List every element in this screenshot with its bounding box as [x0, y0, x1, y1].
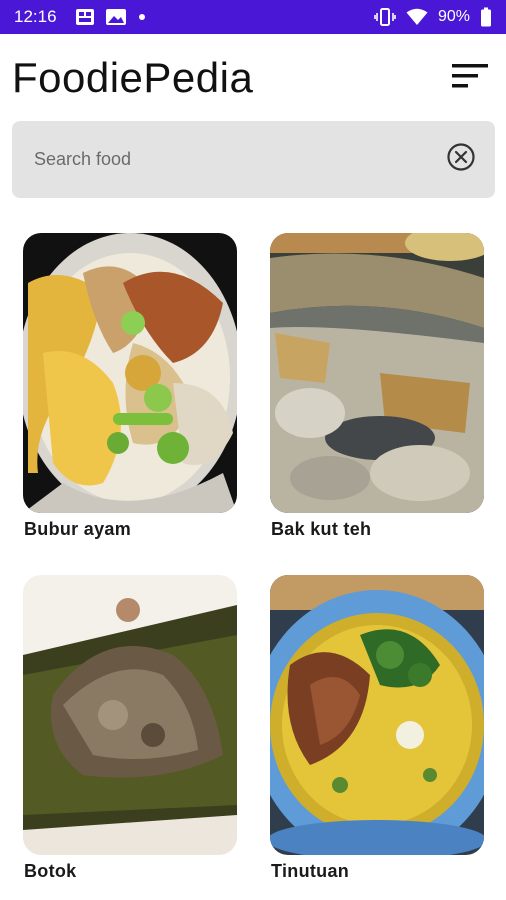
notification-dot-icon — [137, 12, 147, 22]
food-image-botok — [23, 575, 237, 855]
food-card[interactable]: Bubur ayam — [23, 233, 237, 540]
food-image-bubur-ayam — [23, 233, 237, 513]
sort-lines-icon — [451, 62, 489, 95]
status-bar: 12:16 90% — [0, 0, 506, 34]
food-name: Botok — [24, 861, 77, 881]
sort-button[interactable] — [446, 54, 494, 102]
food-image-bak-kut-teh — [270, 233, 484, 513]
clear-circle-icon — [446, 142, 476, 177]
search-input[interactable] — [34, 139, 445, 180]
search-box — [12, 121, 495, 198]
food-name: Bak kut teh — [271, 519, 372, 539]
food-card[interactable]: Bak kut teh — [270, 233, 484, 540]
battery-percent: 90% — [437, 8, 470, 25]
battery-icon — [480, 7, 492, 27]
food-name: Tinutuan — [271, 861, 350, 881]
clear-search-button[interactable] — [445, 142, 477, 177]
wifi-icon — [406, 8, 428, 26]
food-card[interactable]: Tinutuan — [270, 575, 484, 882]
sim-card-icon — [75, 8, 95, 26]
status-left: 12:16 — [14, 7, 147, 27]
photo-icon — [105, 8, 127, 26]
food-card[interactable]: Botok — [23, 575, 237, 882]
food-image-tinutuan — [270, 575, 484, 855]
food-name: Bubur ayam — [24, 519, 132, 539]
app-title: FoodiePedia — [12, 54, 254, 101]
app-header: FoodiePedia — [0, 34, 506, 122]
status-right: 90% — [374, 7, 492, 27]
vibrate-icon — [374, 7, 396, 27]
status-time: 12:16 — [14, 7, 57, 26]
